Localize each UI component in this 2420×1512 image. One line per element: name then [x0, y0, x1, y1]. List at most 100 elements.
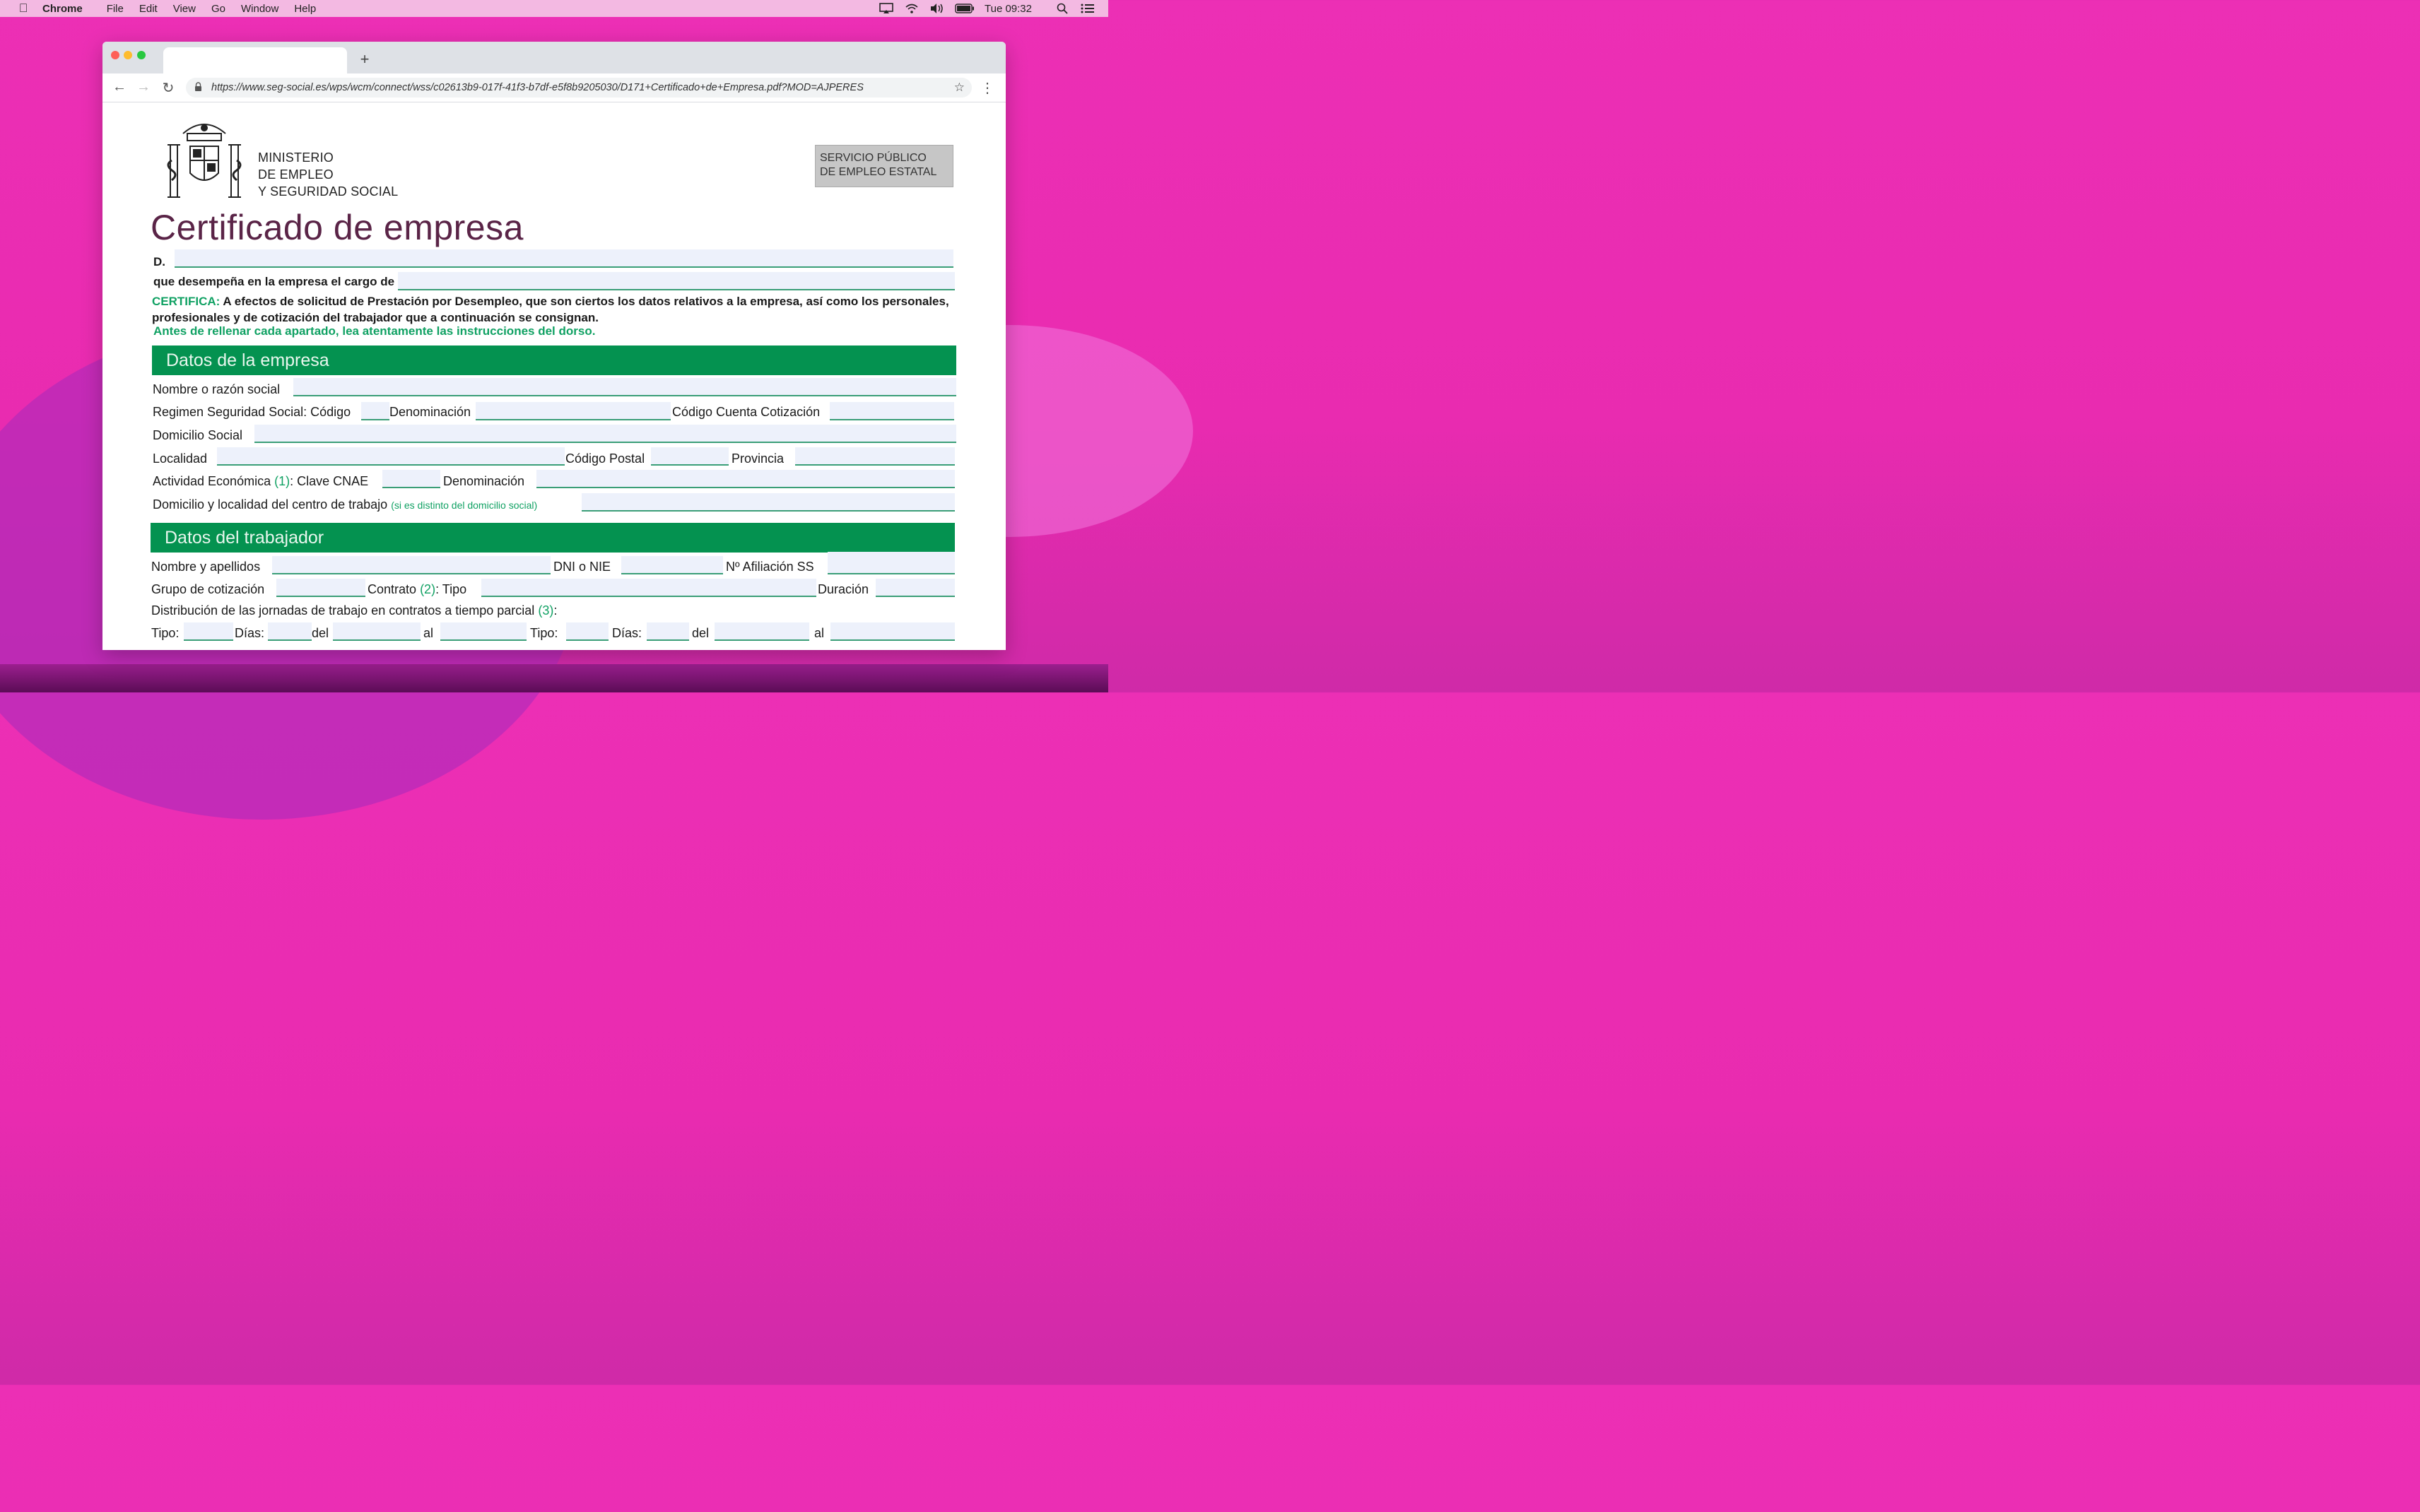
contrato-tipo-text: : Tipo — [435, 582, 467, 596]
label-codigo-postal: Código Postal — [565, 451, 645, 466]
label-del-2: del — [692, 626, 710, 640]
url-text[interactable]: https://www.seg-social.es/wps/wcm/connec… — [211, 82, 864, 93]
field-al-1[interactable] — [440, 622, 527, 641]
field-provincia[interactable] — [795, 447, 955, 466]
field-denominacion-cnae[interactable] — [536, 470, 955, 488]
certifica-paragraph: CERTIFICA: A efectos de solicitud de Pre… — [152, 293, 951, 326]
field-codigo-postal[interactable] — [651, 447, 729, 466]
menu-help[interactable]: Help — [294, 3, 316, 15]
menu-file[interactable]: File — [107, 3, 124, 15]
actividad-text: Actividad Económica — [153, 474, 271, 488]
active-tab[interactable] — [163, 47, 347, 73]
d-label: D. — [153, 255, 165, 268]
field-localidad[interactable] — [217, 447, 565, 466]
field-nombre-apellidos[interactable] — [272, 556, 551, 574]
field-ccc[interactable] — [830, 402, 954, 420]
ministry-line: DE EMPLEO — [258, 167, 334, 182]
label-regimen: Regimen Seguridad Social: Código — [153, 405, 351, 419]
ministry-name: MINISTERIO DE EMPLEO Y SEGURIDAD SOCIAL — [258, 149, 398, 200]
field-regimen-codigo[interactable] — [361, 402, 389, 420]
clock[interactable]: Tue 09:32 — [985, 3, 1032, 15]
label-localidad: Localidad — [153, 451, 208, 466]
field-dias-2[interactable] — [647, 622, 689, 641]
back-arrow-icon[interactable]: ← — [111, 79, 128, 95]
field-dni-nie[interactable] — [621, 556, 723, 574]
field-tipo-1[interactable] — [184, 622, 233, 641]
new-tab-button[interactable]: + — [357, 50, 372, 69]
ministry-line: Y SEGURIDAD SOCIAL — [258, 184, 399, 199]
distribucion-colon: : — [553, 603, 558, 618]
label-denominacion-cnae: Denominación — [443, 474, 525, 488]
centro-text: Domicilio y localidad del centro de trab… — [153, 497, 388, 512]
spotlight-search-icon[interactable] — [1055, 3, 1070, 14]
section-empresa-heading: Datos de la empresa — [152, 345, 956, 375]
label-actividad: Actividad Económica (1): Clave CNAE — [153, 474, 368, 489]
label-dias-2: Días: — [612, 626, 642, 640]
field-domicilio-social[interactable] — [254, 425, 956, 443]
menu-go[interactable]: Go — [211, 3, 225, 15]
label-al-2: al — [814, 626, 825, 640]
address-bar[interactable]: https://www.seg-social.es/wps/wcm/connec… — [186, 78, 972, 98]
cargo-field[interactable] — [398, 272, 955, 290]
airplay-icon[interactable] — [879, 3, 894, 14]
coat-of-arms-icon — [167, 124, 242, 198]
zoom-window-button[interactable] — [137, 51, 146, 59]
tab-strip: + — [102, 42, 1006, 73]
browser-window: + ← → ↻ https://www.seg-social.es/wps/wc… — [102, 42, 1006, 650]
lock-icon[interactable] — [194, 82, 204, 93]
sepe-line: DE EMPLEO ESTATAL — [820, 166, 937, 178]
menu-window[interactable]: Window — [241, 3, 278, 15]
field-nombre-razon[interactable] — [293, 378, 956, 396]
volume-icon[interactable] — [929, 3, 945, 14]
pdf-document: MINISTERIO DE EMPLEO Y SEGURIDAD SOCIAL … — [102, 102, 1006, 650]
dock-shadow — [0, 664, 1108, 692]
distribucion-ref: (3) — [538, 603, 554, 618]
label-centro-trabajo: Domicilio y localidad del centro de trab… — [153, 497, 537, 512]
wifi-icon[interactable] — [904, 3, 920, 14]
instructions-note: Antes de rellenar cada apartado, lea ate… — [153, 324, 596, 338]
label-contrato: Contrato (2): Tipo — [368, 582, 466, 597]
label-distribucion: Distribución de las jornadas de trabajo … — [151, 603, 557, 618]
menu-app-name[interactable]: Chrome — [42, 3, 83, 15]
label-al-1: al — [423, 626, 434, 640]
label-domicilio-social: Domicilio Social — [153, 428, 243, 442]
minimize-window-button[interactable] — [124, 51, 132, 59]
close-window-button[interactable] — [111, 51, 119, 59]
document-title: Certificado de empresa — [151, 208, 524, 247]
forward-arrow-icon[interactable]: → — [135, 79, 152, 95]
label-del-1: del — [312, 626, 329, 640]
field-duracion[interactable] — [876, 579, 955, 597]
field-centro-trabajo[interactable] — [582, 493, 955, 512]
label-nombre-razon: Nombre o razón social — [153, 382, 281, 396]
reload-icon[interactable]: ↻ — [160, 79, 177, 97]
apple-icon[interactable]:  — [17, 1, 30, 15]
field-cnae[interactable] — [382, 470, 440, 488]
contrato-ref: (2) — [420, 582, 436, 596]
certifica-text: A efectos de solicitud de Prestación por… — [152, 295, 949, 324]
field-dias-1[interactable] — [268, 622, 312, 641]
field-contrato-tipo[interactable] — [481, 579, 816, 597]
notification-center-icon[interactable] — [1080, 3, 1096, 14]
d-name-field[interactable] — [175, 249, 953, 268]
battery-icon[interactable] — [955, 3, 975, 14]
label-dias-1: Días: — [235, 626, 265, 640]
menu-bar:  Chrome File Edit View Go Window Help T… — [0, 0, 1108, 17]
bookmark-star-icon[interactable]: ☆ — [954, 81, 965, 95]
field-del-1[interactable] — [333, 622, 421, 641]
certifica-keyword: CERTIFICA: — [152, 295, 221, 308]
field-del-2[interactable] — [715, 622, 809, 641]
sepe-line: SERVICIO PÚBLICO — [820, 152, 927, 164]
field-al-2[interactable] — [830, 622, 955, 641]
field-grupo-cotizacion[interactable] — [276, 579, 365, 597]
section-trabajador-heading: Datos del trabajador — [151, 523, 955, 553]
field-denominacion[interactable] — [476, 402, 671, 420]
label-dni-nie: DNI o NIE — [553, 560, 611, 574]
menu-kebab-icon[interactable]: ⋮ — [980, 79, 994, 97]
label-tipo-2: Tipo: — [530, 626, 558, 640]
field-afiliacion[interactable] — [828, 552, 955, 574]
label-duracion: Duración — [818, 582, 869, 596]
sepe-box: SERVICIO PÚBLICO DE EMPLEO ESTATAL — [815, 145, 953, 187]
field-tipo-2[interactable] — [566, 622, 609, 641]
menu-edit[interactable]: Edit — [139, 3, 158, 15]
menu-view[interactable]: View — [173, 3, 196, 15]
